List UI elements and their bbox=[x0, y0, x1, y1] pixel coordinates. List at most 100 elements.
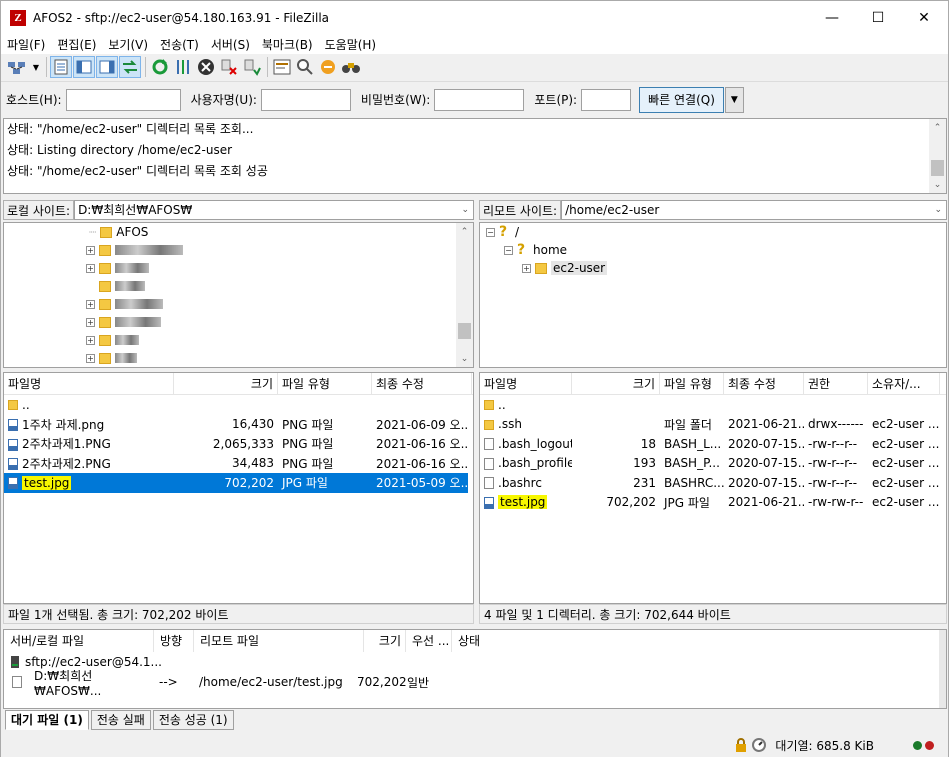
queue-header: 서버/로컬 파일 방향 리모트 파일 크기 우선 ... 상태 bbox=[4, 630, 946, 652]
menu-server[interactable]: 서버(S) bbox=[205, 36, 256, 53]
scroll-down-icon[interactable]: ⌄ bbox=[929, 176, 946, 193]
menu-file[interactable]: 파일(F) bbox=[1, 36, 51, 53]
col-permissions[interactable]: 권한 bbox=[804, 373, 868, 395]
tree-item[interactable]: + bbox=[4, 349, 473, 367]
table-row[interactable]: 2주차과제2.PNG 34,483 PNG 파일 2021-06-16 오... bbox=[4, 454, 473, 474]
table-row[interactable]: .bash_logout 18 BASH_L... 2020-07-15... … bbox=[480, 434, 946, 454]
tree-item[interactable]: + bbox=[4, 259, 473, 277]
minimize-button[interactable]: — bbox=[809, 1, 855, 34]
tree-item-ec2-user[interactable]: + ec2-user bbox=[480, 259, 946, 277]
table-row[interactable]: .bash_profile 193 BASH_P... 2020-07-15..… bbox=[480, 454, 946, 474]
tab-failed-transfers[interactable]: 전송 실패 bbox=[90, 710, 151, 730]
tree-item-root[interactable]: −? / bbox=[480, 223, 946, 241]
local-path-combo[interactable]: D:₩최희선₩AFOS₩ ⌄ bbox=[74, 200, 474, 220]
menu-view[interactable]: 보기(V) bbox=[102, 36, 154, 53]
tree-item-label: / bbox=[515, 225, 520, 239]
col-owner[interactable]: 소유자/... bbox=[868, 373, 940, 395]
tab-successful-transfers[interactable]: 전송 성공 (1) bbox=[152, 710, 234, 730]
col-type[interactable]: 파일 유형 bbox=[278, 373, 372, 395]
table-row-selected[interactable]: test.jpg 702,202 JPG 파일 2021-05-09 오... bbox=[4, 473, 468, 493]
expand-icon[interactable]: + bbox=[522, 263, 531, 273]
col-filename[interactable]: 파일명 bbox=[480, 373, 572, 395]
collapse-icon[interactable]: − bbox=[504, 245, 513, 255]
table-row[interactable]: 2주차과제1.PNG 2,065,333 PNG 파일 2021-06-16 오… bbox=[4, 434, 473, 454]
table-row[interactable]: .ssh 파일 폴더 2021-06-21... drwx------ ec2-… bbox=[480, 415, 946, 435]
expand-icon[interactable]: + bbox=[86, 263, 95, 273]
quickconnect-button[interactable]: 빠른 연결(Q) bbox=[639, 86, 724, 113]
filter-icon[interactable] bbox=[271, 56, 293, 78]
table-row[interactable]: .. bbox=[4, 395, 473, 415]
compare-icon[interactable] bbox=[294, 56, 316, 78]
queue-file-row[interactable]: D:₩최희선₩AFOS₩... --> /home/ec2-user/test.… bbox=[4, 669, 946, 698]
menu-help[interactable]: 도움말(H) bbox=[319, 36, 383, 53]
menu-transfer[interactable]: 전송(T) bbox=[154, 36, 205, 53]
col-direction[interactable]: 방향 bbox=[154, 630, 194, 652]
col-type[interactable]: 파일 유형 bbox=[660, 373, 724, 395]
tree-item[interactable]: + bbox=[4, 241, 473, 259]
sync-browse-icon[interactable] bbox=[317, 56, 339, 78]
collapse-icon[interactable]: − bbox=[486, 227, 495, 237]
tree-item[interactable] bbox=[4, 277, 473, 295]
col-remote-file[interactable]: 리모트 파일 bbox=[194, 630, 364, 652]
toggle-queue-icon[interactable] bbox=[119, 56, 141, 78]
col-filename[interactable]: 파일명 bbox=[4, 373, 174, 395]
scroll-up-icon[interactable]: ⌃ bbox=[456, 223, 473, 240]
scroll-thumb[interactable] bbox=[458, 323, 471, 339]
tree-item[interactable]: ┈ AFOS bbox=[4, 223, 473, 241]
col-size[interactable]: 크기 bbox=[364, 630, 406, 652]
expand-icon[interactable]: + bbox=[86, 317, 95, 327]
scroll-up-icon[interactable]: ⌃ bbox=[929, 119, 946, 136]
expand-icon[interactable]: + bbox=[86, 353, 95, 363]
process-queue-icon[interactable] bbox=[172, 56, 194, 78]
col-server-local[interactable]: 서버/로컬 파일 bbox=[4, 630, 154, 652]
disconnect-icon[interactable] bbox=[218, 56, 240, 78]
toggle-local-tree-icon[interactable] bbox=[73, 56, 95, 78]
table-row[interactable]: 1주차 과제.png 16,430 PNG 파일 2021-06-09 오... bbox=[4, 415, 473, 435]
col-modified[interactable]: 최종 수정 bbox=[372, 373, 472, 395]
toggle-remote-tree-icon[interactable] bbox=[96, 56, 118, 78]
expand-icon[interactable]: + bbox=[86, 245, 95, 255]
search-icon[interactable] bbox=[340, 56, 362, 78]
file-modified: 2021-06-16 오... bbox=[376, 456, 467, 471]
close-button[interactable]: ✕ bbox=[901, 1, 947, 34]
username-input[interactable] bbox=[260, 88, 351, 111]
scroll-thumb[interactable] bbox=[931, 160, 944, 176]
expand-icon[interactable]: + bbox=[86, 299, 95, 309]
blurred-label bbox=[115, 317, 161, 327]
log-scrollbar[interactable]: ⌃ ⌄ bbox=[929, 119, 946, 193]
port-input[interactable] bbox=[581, 88, 632, 111]
col-status[interactable]: 상태 bbox=[452, 630, 512, 652]
reconnect-icon[interactable] bbox=[241, 56, 263, 78]
cancel-icon[interactable] bbox=[195, 56, 217, 78]
refresh-icon[interactable] bbox=[149, 56, 171, 78]
col-priority[interactable]: 우선 ... bbox=[406, 630, 452, 652]
scroll-down-icon[interactable]: ⌄ bbox=[456, 350, 473, 367]
dropdown-icon[interactable]: ▼ bbox=[30, 56, 42, 78]
queue-scrollbar[interactable] bbox=[939, 630, 946, 708]
toggle-log-icon[interactable] bbox=[50, 56, 72, 78]
table-row[interactable]: .bashrc 231 BASHRC... 2020-07-15... -rw-… bbox=[480, 473, 946, 493]
tree-item-home[interactable]: −? home bbox=[480, 241, 946, 259]
col-size[interactable]: 크기 bbox=[174, 373, 278, 395]
file-size: 2,065,333 bbox=[212, 436, 274, 451]
password-input[interactable] bbox=[434, 88, 525, 111]
tree-item[interactable]: + bbox=[4, 331, 473, 349]
maximize-button[interactable]: ☐ bbox=[855, 1, 901, 34]
menu-edit[interactable]: 편집(E) bbox=[51, 36, 102, 53]
tab-queued-files[interactable]: 대기 파일 (1) bbox=[5, 710, 89, 730]
site-manager-icon[interactable] bbox=[5, 56, 29, 78]
tree-item[interactable]: + bbox=[4, 313, 473, 331]
tree-item[interactable]: + bbox=[4, 295, 473, 313]
remote-path-combo[interactable]: /home/ec2-user ⌄ bbox=[561, 200, 947, 220]
file-permissions: drwx------ bbox=[808, 417, 864, 432]
col-modified[interactable]: 최종 수정 bbox=[724, 373, 804, 395]
local-tree-scrollbar[interactable]: ⌃ ⌄ bbox=[456, 223, 473, 367]
col-size[interactable]: 크기 bbox=[572, 373, 660, 395]
expand-icon[interactable]: + bbox=[86, 335, 95, 345]
table-row[interactable]: test.jpg 702,202 JPG 파일 2021-06-21... -r… bbox=[480, 493, 946, 513]
menu-bookmarks[interactable]: 북마크(B) bbox=[256, 36, 319, 53]
host-input[interactable] bbox=[65, 88, 181, 111]
quickconnect-dropdown[interactable]: ▼ bbox=[724, 86, 744, 113]
file-icon bbox=[484, 477, 494, 490]
table-row[interactable]: .. bbox=[480, 395, 946, 415]
